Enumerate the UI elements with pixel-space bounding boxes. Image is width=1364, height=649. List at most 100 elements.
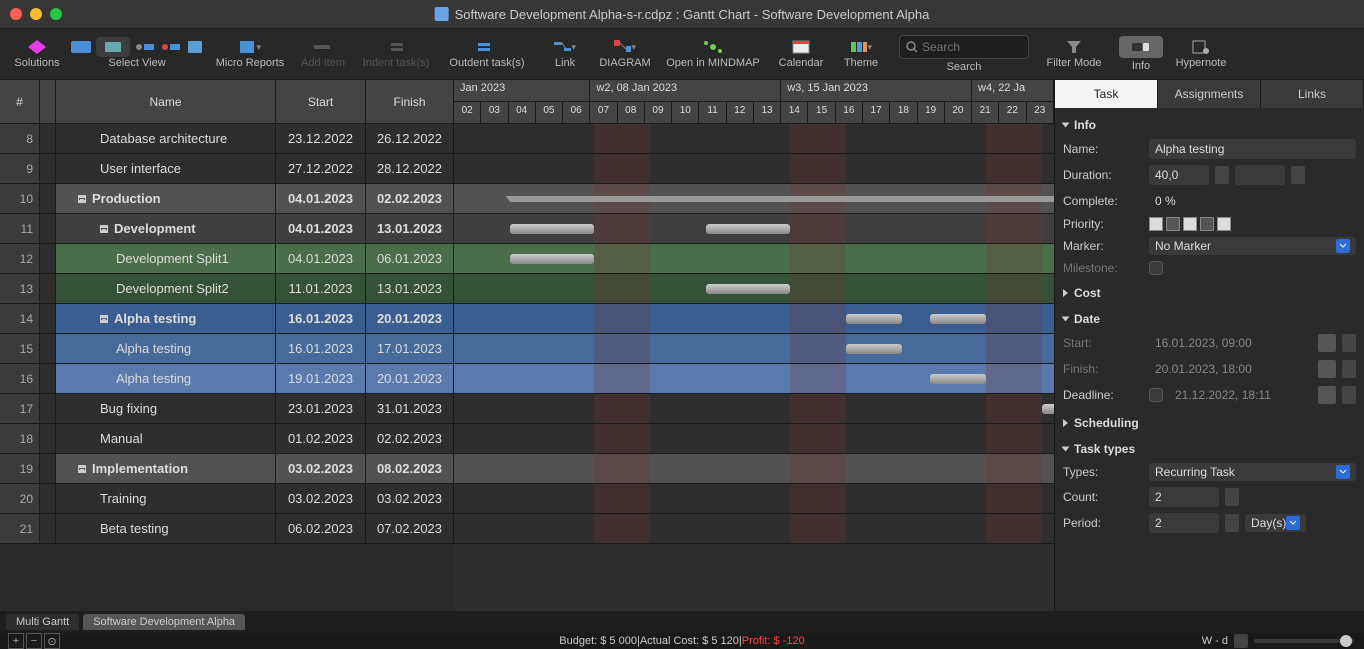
row-name[interactable]: User interface: [56, 154, 276, 183]
zoom-control[interactable]: W - d: [1202, 634, 1354, 648]
table-row[interactable]: 17Bug fixing23.01.202331.01.2023: [0, 394, 454, 424]
gantt-row[interactable]: [454, 154, 1054, 184]
row-start[interactable]: 16.01.2023: [276, 304, 366, 333]
gantt-row[interactable]: [454, 274, 1054, 304]
row-name[interactable]: Database architecture: [56, 124, 276, 153]
add-item-button[interactable]: Add Item: [296, 31, 350, 77]
solutions-button[interactable]: Solutions: [10, 31, 64, 77]
info-button[interactable]: Info: [1114, 31, 1168, 77]
start-stepper[interactable]: [1342, 334, 1356, 352]
tab-task[interactable]: Task: [1055, 80, 1158, 108]
duration-unit-stepper[interactable]: [1291, 166, 1305, 184]
section-info[interactable]: Info: [1063, 114, 1356, 136]
duration-field[interactable]: 40,0: [1149, 165, 1209, 185]
task-bar[interactable]: [930, 374, 986, 384]
task-bar[interactable]: [1042, 404, 1054, 414]
table-row[interactable]: 10Production04.01.202302.02.2023: [0, 184, 454, 214]
task-bar[interactable]: [846, 344, 902, 354]
row-finish[interactable]: 07.02.2023: [366, 514, 454, 543]
row-start[interactable]: 23.01.2023: [276, 394, 366, 423]
table-row[interactable]: 9User interface27.12.202228.12.2022: [0, 154, 454, 184]
duration-stepper[interactable]: [1215, 166, 1229, 184]
row-name[interactable]: Beta testing: [56, 514, 276, 543]
gantt-row[interactable]: [454, 214, 1054, 244]
col-finish[interactable]: Finish: [366, 80, 454, 123]
table-row[interactable]: 16Alpha testing19.01.202320.01.2023: [0, 364, 454, 394]
row-name[interactable]: Alpha testing: [56, 304, 276, 333]
row-finish[interactable]: 31.01.2023: [366, 394, 454, 423]
micro-reports-button[interactable]: ▾ Micro Reports: [210, 31, 290, 77]
row-start[interactable]: 04.01.2023: [276, 214, 366, 243]
row-name[interactable]: Manual: [56, 424, 276, 453]
section-date[interactable]: Date: [1063, 308, 1356, 330]
diagram-button[interactable]: ▾ DIAGRAM: [598, 31, 652, 77]
tab-project[interactable]: Software Development Alpha: [83, 614, 245, 630]
period-unit-select[interactable]: Day(s): [1245, 514, 1306, 532]
row-name[interactable]: Production: [56, 184, 276, 213]
col-flag[interactable]: [40, 80, 56, 123]
row-start[interactable]: 01.02.2023: [276, 424, 366, 453]
table-row[interactable]: 11Development04.01.202313.01.2023: [0, 214, 454, 244]
gantt-row[interactable]: [454, 514, 1054, 544]
table-row[interactable]: 13Development Split211.01.202313.01.2023: [0, 274, 454, 304]
row-finish[interactable]: 26.12.2022: [366, 124, 454, 153]
tab-links[interactable]: Links: [1261, 80, 1364, 108]
task-bar[interactable]: [706, 284, 790, 294]
close-icon[interactable]: [10, 8, 22, 20]
gantt-row[interactable]: [454, 424, 1054, 454]
outdent-button[interactable]: Outdent task(s): [442, 31, 532, 77]
row-finish[interactable]: 17.01.2023: [366, 334, 454, 363]
row-finish[interactable]: 02.02.2023: [366, 424, 454, 453]
section-scheduling[interactable]: Scheduling: [1063, 412, 1356, 434]
section-tasktypes[interactable]: Task types: [1063, 438, 1356, 460]
row-name[interactable]: Alpha testing: [56, 334, 276, 363]
priority-selector[interactable]: [1149, 217, 1231, 231]
gantt-row[interactable]: [454, 484, 1054, 514]
hypernote-button[interactable]: Hypernote: [1174, 31, 1228, 77]
period-field[interactable]: 2: [1149, 513, 1219, 533]
task-bar[interactable]: [706, 224, 790, 234]
col-start[interactable]: Start: [276, 80, 366, 123]
summary-bar[interactable]: [510, 196, 1054, 202]
deadline-stepper[interactable]: [1342, 386, 1356, 404]
calendar-icon[interactable]: [1318, 386, 1336, 404]
count-stepper[interactable]: [1225, 488, 1239, 506]
zoom-slider[interactable]: [1254, 639, 1354, 643]
mindmap-button[interactable]: Open in MINDMAP: [658, 31, 768, 77]
indent-button[interactable]: Indent task(s): [356, 31, 436, 77]
row-start[interactable]: 06.02.2023: [276, 514, 366, 543]
calendar-button[interactable]: Calendar: [774, 31, 828, 77]
col-name[interactable]: Name: [56, 80, 276, 123]
link-button[interactable]: ▾ Link: [538, 31, 592, 77]
row-start[interactable]: 04.01.2023: [276, 184, 366, 213]
calendar-icon[interactable]: [1318, 360, 1336, 378]
duration-unit[interactable]: [1235, 165, 1285, 185]
row-name[interactable]: Development Split2: [56, 274, 276, 303]
count-field[interactable]: 2: [1149, 487, 1219, 507]
row-finish[interactable]: 13.01.2023: [366, 214, 454, 243]
gantt-row[interactable]: [454, 364, 1054, 394]
gantt-row[interactable]: [454, 334, 1054, 364]
calendar-icon[interactable]: [1318, 334, 1336, 352]
task-bar[interactable]: [846, 314, 902, 324]
row-finish[interactable]: 28.12.2022: [366, 154, 454, 183]
deadline-checkbox[interactable]: [1149, 388, 1163, 402]
row-start[interactable]: 03.02.2023: [276, 484, 366, 513]
row-name[interactable]: Training: [56, 484, 276, 513]
task-bar[interactable]: [930, 314, 986, 324]
row-name[interactable]: Bug fixing: [56, 394, 276, 423]
row-finish[interactable]: 20.01.2023: [366, 364, 454, 393]
row-start[interactable]: 23.12.2022: [276, 124, 366, 153]
settings-small-button[interactable]: ⊙: [44, 633, 60, 649]
row-name[interactable]: Development Split1: [56, 244, 276, 273]
finish-stepper[interactable]: [1342, 360, 1356, 378]
row-finish[interactable]: 20.01.2023: [366, 304, 454, 333]
gantt-row[interactable]: [454, 454, 1054, 484]
select-view-button[interactable]: Select View: [70, 31, 204, 77]
gantt-chart[interactable]: Jan 2023w2, 08 Jan 2023w3, 15 Jan 2023w4…: [454, 80, 1054, 611]
theme-button[interactable]: ▾ Theme: [834, 31, 888, 77]
task-bar[interactable]: [510, 254, 594, 264]
section-cost[interactable]: Cost: [1063, 282, 1356, 304]
gantt-row[interactable]: --: [454, 304, 1054, 334]
minimize-icon[interactable]: [30, 8, 42, 20]
